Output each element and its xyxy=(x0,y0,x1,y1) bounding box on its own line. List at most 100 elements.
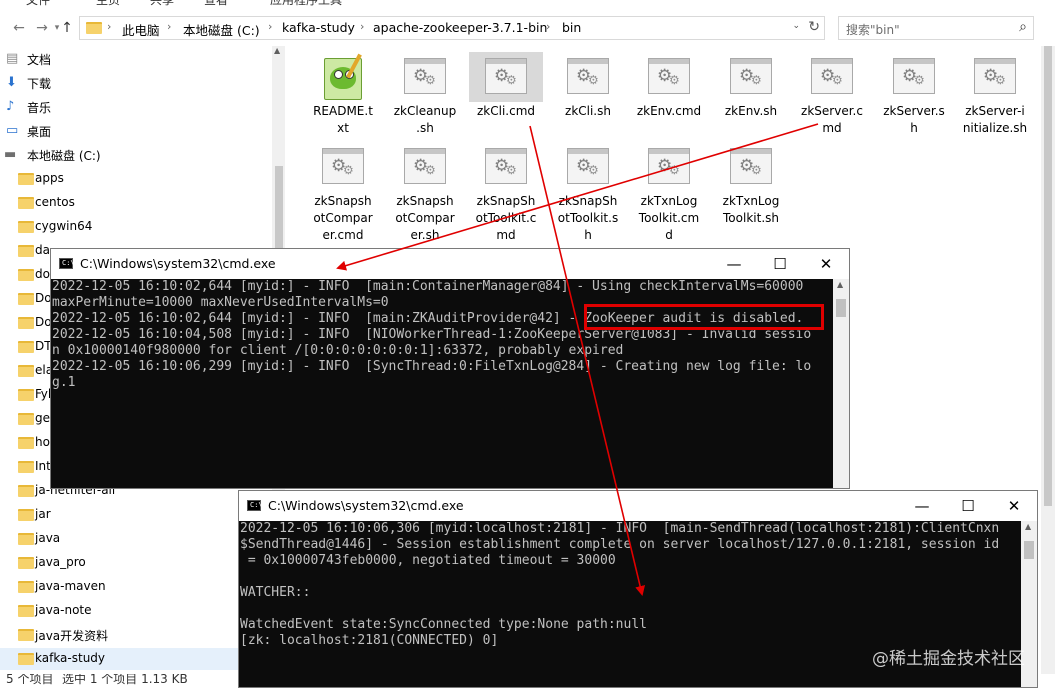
chevron-right-icon[interactable]: › xyxy=(360,20,364,33)
file-name: zkEnv.cmd xyxy=(636,104,702,118)
file-item[interactable]: ⚙ ⚙ zkSnapSh otToolkit.s h xyxy=(549,142,627,244)
maximize-icon[interactable]: ☐ xyxy=(945,491,991,521)
search-input[interactable]: 搜索"bin" ⌕ xyxy=(838,16,1034,40)
file-item[interactable]: ⚙ ⚙ zkServer-i nitialize.sh xyxy=(956,52,1034,137)
sidebar-item-label: ho xyxy=(35,435,50,449)
ribbon-tab-share[interactable]: 共享 xyxy=(150,0,174,8)
minimize-icon[interactable]: — xyxy=(899,491,945,521)
folder-icon xyxy=(18,173,34,185)
folder-icon xyxy=(18,221,34,233)
scroll-up-icon[interactable]: ▲ xyxy=(837,280,843,289)
breadcrumb-zookeeper[interactable]: apache-zookeeper-3.7.1-bin xyxy=(373,20,547,35)
file-icon-wrap: ⚙ ⚙ xyxy=(469,52,543,102)
file-item[interactable]: ⚙ ⚙ zkCleanup .sh xyxy=(386,52,464,137)
console-scrollbar[interactable]: ▲ xyxy=(833,279,849,488)
folder-icon xyxy=(18,269,34,281)
file-icon-wrap: ⚙ ⚙ xyxy=(714,142,788,192)
folder-icon xyxy=(18,197,34,209)
status-selection: 选中 1 个项目 1.13 KB xyxy=(62,674,188,686)
doc-icon: ▤ xyxy=(6,51,19,66)
refresh-icon[interactable]: ↻ xyxy=(808,19,820,35)
chevron-right-icon[interactable]: › xyxy=(167,20,171,33)
file-item[interactable]: ⚙ ⚙ zkCli.cmd xyxy=(467,52,545,120)
breadcrumb-bin[interactable]: bin xyxy=(562,20,581,35)
sidebar-item[interactable]: apps xyxy=(0,168,280,190)
gear-file-icon: ⚙ ⚙ xyxy=(404,148,446,184)
breadcrumb-this-pc[interactable]: 此电脑 xyxy=(122,20,160,39)
scrollbar-thumb[interactable] xyxy=(836,299,846,317)
sidebar-item-label: cygwin64 xyxy=(35,219,93,233)
file-icon-wrap: ⚙ ⚙ xyxy=(632,142,706,192)
folder-icon xyxy=(18,365,34,377)
file-item[interactable]: ⚙ ⚙ zkSnapsh otCompar er.sh xyxy=(386,142,464,244)
close-icon[interactable]: ✕ xyxy=(803,249,849,279)
ribbon-tab-app-tools[interactable]: 应用程序工具 xyxy=(270,0,342,8)
ribbon-tab-home[interactable]: 主页 xyxy=(96,0,120,8)
address-bar[interactable]: › 此电脑 › 本地磁盘 (C:) › kafka-study › apache… xyxy=(79,16,825,40)
sidebar-item[interactable]: cygwin64 xyxy=(0,216,280,238)
sidebar-item-label: da xyxy=(35,243,50,257)
breadcrumb-kafka-study[interactable]: kafka-study xyxy=(282,20,355,35)
sidebar-item-label: java-maven xyxy=(35,579,106,593)
sidebar-item[interactable]: ⬇ 下载 xyxy=(0,72,280,94)
scrollbar-thumb[interactable] xyxy=(1044,46,1052,506)
window-titlebar[interactable]: C:\ C:\Windows\system32\cmd.exe — ☐ ✕ xyxy=(239,491,1037,521)
cmd-icon: C:\ xyxy=(247,500,263,511)
sidebar-item[interactable]: ▭ 桌面 xyxy=(0,120,280,142)
console-line: n 0x10000140f980000 for client /[0:0:0:0… xyxy=(52,343,624,358)
sidebar-item[interactable]: ♪ 音乐 xyxy=(0,96,280,118)
file-name: zkCli.sh xyxy=(565,104,611,118)
address-dropdown-icon[interactable]: ⌄ xyxy=(792,21,800,31)
cmd-window-server[interactable]: C:\ C:\Windows\system32\cmd.exe — ☐ ✕ 20… xyxy=(50,248,850,489)
close-icon[interactable]: ✕ xyxy=(991,491,1037,521)
scroll-up-icon[interactable]: ▲ xyxy=(1025,522,1031,531)
search-icon[interactable]: ⌕ xyxy=(1019,19,1027,35)
file-icon-wrap: ⚙ ⚙ xyxy=(551,142,625,192)
sidebar-item[interactable]: centos xyxy=(0,192,280,214)
console-line: = 0x10000743feb0000, negotiated timeout … xyxy=(240,553,616,568)
file-item[interactable]: ⚙ ⚙ zkEnv.sh xyxy=(712,52,790,120)
maximize-icon[interactable]: ☐ xyxy=(757,249,803,279)
file-name: zkEnv.sh xyxy=(724,104,778,118)
file-item[interactable]: ⚙ ⚙ zkTxnLog Toolkit.sh xyxy=(712,142,790,227)
file-item[interactable]: README.t xt xyxy=(304,52,382,137)
up-arrow-icon[interactable]: ↑ xyxy=(58,18,76,38)
ribbon-tab-file[interactable]: 文件 xyxy=(26,0,50,8)
sidebar-item[interactable]: ▬ 本地磁盘 (C:) xyxy=(0,144,280,166)
file-item[interactable]: ⚙ ⚙ zkSnapSh otToolkit.c md xyxy=(467,142,545,244)
sidebar-item[interactable]: ▤ 文档 xyxy=(0,48,280,70)
file-item[interactable]: ⚙ ⚙ zkTxnLog Toolkit.cm d xyxy=(630,142,708,244)
chevron-right-icon[interactable]: › xyxy=(107,20,111,33)
file-item[interactable]: ⚙ ⚙ zkSnapsh otCompar er.cmd xyxy=(304,142,382,244)
folder-icon xyxy=(18,317,34,329)
console-line: 2022-12-05 16:10:02,644 [myid:] - INFO [… xyxy=(52,279,804,294)
file-icon-wrap xyxy=(306,52,380,102)
chevron-right-icon[interactable]: › xyxy=(268,20,272,33)
folder-icon xyxy=(18,581,34,593)
minimize-icon[interactable]: — xyxy=(711,249,757,279)
file-icon-wrap: ⚙ ⚙ xyxy=(306,142,380,192)
file-name: README.t xt xyxy=(313,104,373,135)
sidebar-item-label: 下载 xyxy=(27,77,52,91)
file-item[interactable]: ⚙ ⚙ zkServer.c md xyxy=(793,52,871,137)
content-scrollbar[interactable] xyxy=(1041,46,1055,674)
console-line: 2022-12-05 16:10:06,299 [myid:] - INFO [… xyxy=(52,359,812,374)
window-title: C:\Windows\system32\cmd.exe xyxy=(80,256,276,271)
file-name: zkSnapSh otToolkit.s h xyxy=(557,194,619,242)
scroll-up-icon[interactable]: ▲ xyxy=(274,46,280,55)
ribbon-tab-view[interactable]: 查看 xyxy=(204,0,228,8)
annotation-highlight-box xyxy=(584,304,824,330)
file-icon-wrap: ⚙ ⚙ xyxy=(551,52,625,102)
chevron-right-icon[interactable]: › xyxy=(546,20,550,33)
window-titlebar[interactable]: C:\ C:\Windows\system32\cmd.exe — ☐ ✕ xyxy=(51,249,849,279)
back-arrow-icon[interactable]: ← xyxy=(10,18,28,38)
file-item[interactable]: ⚙ ⚙ zkEnv.cmd xyxy=(630,52,708,120)
breadcrumb-local-disk[interactable]: 本地磁盘 (C:) xyxy=(183,20,260,39)
address-row: ← → ▾ ↑ › 此电脑 › 本地磁盘 (C:) › kafka-study … xyxy=(0,14,1055,44)
file-name: zkTxnLog Toolkit.cm d xyxy=(638,194,700,242)
file-name: zkTxnLog Toolkit.sh xyxy=(722,194,780,225)
scrollbar-thumb[interactable] xyxy=(1024,541,1034,559)
file-item[interactable]: ⚙ ⚙ zkServer.s h xyxy=(875,52,953,137)
file-item[interactable]: ⚙ ⚙ zkCli.sh xyxy=(549,52,627,120)
